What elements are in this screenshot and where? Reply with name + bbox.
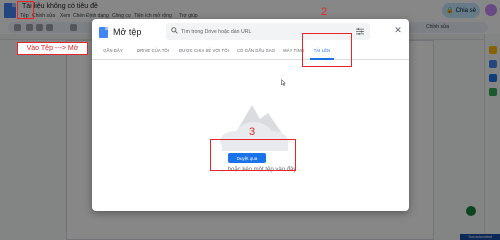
annotation-step2-number: 2	[321, 6, 328, 18]
tab-shared-with-me[interactable]: ĐƯỢC CHIA SẺ VỚI TÔI	[176, 41, 232, 60]
mouse-cursor-icon	[281, 79, 286, 86]
tab-bar: GẦN ĐÂY DRIVE CỦA TÔI ĐƯỢC CHIA SẺ VỚI T…	[92, 41, 409, 60]
search-icon	[171, 27, 178, 34]
annotation-upload-tab-box	[302, 33, 352, 67]
annotation-step3-number: 3	[249, 126, 256, 138]
annotation-step1-label: Vào Tệp ---> Mở	[17, 42, 88, 55]
docs-dialog-icon	[99, 27, 108, 38]
dialog-title: Mở tệp	[113, 27, 142, 37]
tab-my-drive[interactable]: DRIVE CỦA TÔI	[130, 41, 176, 60]
close-icon[interactable]: ✕	[393, 25, 403, 35]
tab-starred[interactable]: CÓ GẮN DẤU SAO	[232, 41, 280, 60]
annotation-file-menu-box	[17, 1, 34, 19]
annotation-browse-button-box	[210, 139, 296, 171]
filter-options-icon[interactable]	[356, 28, 364, 35]
tab-recent[interactable]: GẦN ĐÂY	[96, 41, 130, 60]
open-file-dialog: Mở tệp ✕ GẦN ĐÂY DRIVE CỦA TÔI ĐƯỢC CHIA…	[92, 19, 409, 211]
